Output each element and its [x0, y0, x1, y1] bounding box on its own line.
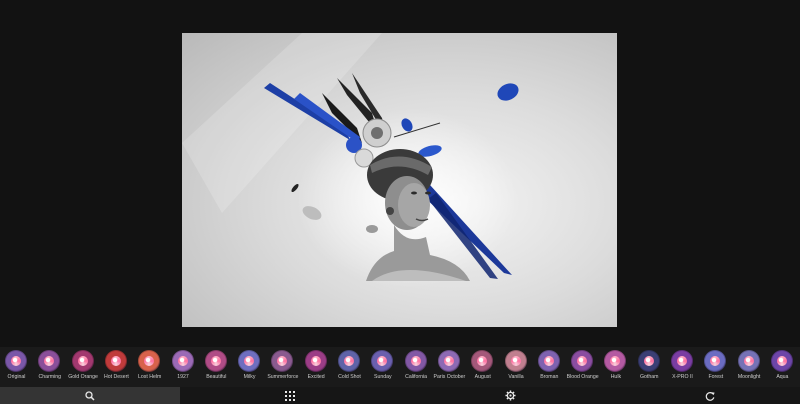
filter-thumbnail — [238, 350, 260, 372]
filter-thumbnail — [571, 350, 593, 372]
filter-item[interactable]: Milky — [233, 347, 266, 387]
filter-thumbnail — [671, 350, 693, 372]
filter-item[interactable]: Excited — [300, 347, 333, 387]
filter-label: Aqua — [760, 374, 800, 380]
filter-thumbnail — [338, 350, 360, 372]
filter-item[interactable]: Forest — [699, 347, 732, 387]
filter-thumbnail — [38, 350, 60, 372]
filter-thumbnail — [505, 350, 527, 372]
filter-thumbnail — [538, 350, 560, 372]
filter-thumbnail — [638, 350, 660, 372]
filter-item[interactable]: Gold Orange — [67, 347, 100, 387]
settings-button[interactable] — [400, 387, 620, 404]
filter-item[interactable]: Paris October — [433, 347, 466, 387]
filter-thumbnail — [271, 350, 293, 372]
filter-thumbnail — [172, 350, 194, 372]
filter-thumbnail — [604, 350, 626, 372]
filter-item[interactable]: Charming — [33, 347, 66, 387]
filter-thumbnail — [305, 350, 327, 372]
filter-item[interactable]: Beautiful — [200, 347, 233, 387]
filter-item[interactable]: Summerforce — [266, 347, 299, 387]
filters-grid-button[interactable] — [180, 387, 400, 404]
filter-thumbnail — [771, 350, 793, 372]
filter-thumbnail — [205, 350, 227, 372]
filter-item[interactable]: X-PRO II — [666, 347, 699, 387]
editor-canvas — [0, 0, 800, 347]
filter-strip: OriginalCharmingGold OrangeHot DesertLos… — [0, 347, 800, 387]
filter-item[interactable]: Broman — [533, 347, 566, 387]
rotate-icon — [705, 391, 715, 401]
filter-item[interactable]: Sunday — [366, 347, 399, 387]
filter-item[interactable]: Gotham — [633, 347, 666, 387]
filter-thumbnail — [704, 350, 726, 372]
filter-thumbnail — [738, 350, 760, 372]
filter-item[interactable]: Blood Orange — [566, 347, 599, 387]
rotate-button[interactable] — [620, 387, 800, 404]
grid-icon — [285, 391, 295, 401]
filter-thumbnail — [471, 350, 493, 372]
artwork-illustration — [182, 33, 617, 327]
filter-item[interactable]: Vanilla — [500, 347, 533, 387]
filter-item[interactable]: Original — [0, 347, 33, 387]
filter-thumbnail — [405, 350, 427, 372]
photo-preview[interactable] — [182, 33, 617, 327]
filter-item[interactable]: Aqua — [766, 347, 799, 387]
bottom-toolbar — [0, 387, 800, 404]
filter-thumbnail — [371, 350, 393, 372]
filter-thumbnail — [105, 350, 127, 372]
filter-thumbnail — [72, 350, 94, 372]
filter-item[interactable]: Hulk — [599, 347, 632, 387]
filter-thumbnail — [5, 350, 27, 372]
filter-item[interactable]: August — [466, 347, 499, 387]
filter-item[interactable]: California — [400, 347, 433, 387]
magnifier-icon — [85, 391, 95, 401]
gear-icon — [505, 390, 516, 401]
filter-item[interactable]: Lost Helm — [133, 347, 166, 387]
filter-item[interactable]: Hot Desert — [100, 347, 133, 387]
filter-thumbnail — [138, 350, 160, 372]
filter-thumbnail — [438, 350, 460, 372]
zoom-button[interactable] — [0, 387, 180, 404]
filter-item[interactable]: Cold Shot — [333, 347, 366, 387]
filter-item[interactable]: 1927 — [167, 347, 200, 387]
filter-item[interactable]: Moonlight — [733, 347, 766, 387]
